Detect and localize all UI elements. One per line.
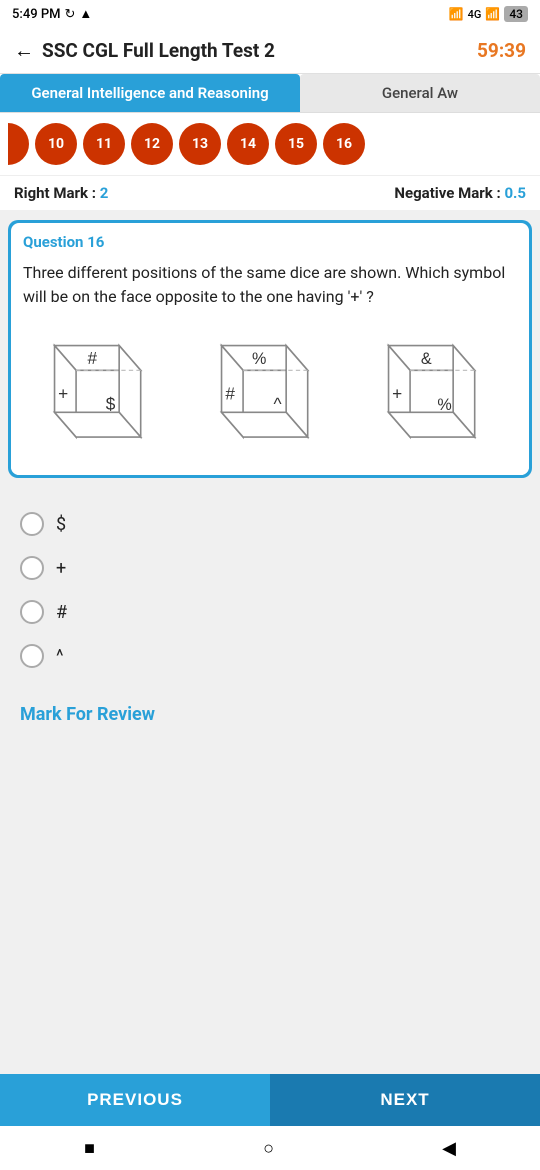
bubble-12[interactable]: 12 [131, 123, 173, 165]
dice-2: % # ^ [200, 329, 340, 459]
test-title: SSC CGL Full Length Test 2 [42, 39, 275, 62]
mark-review-button[interactable]: Mark For Review [20, 704, 155, 725]
option-caret-label: ^ [56, 646, 64, 667]
app-header: ← SSC CGL Full Length Test 2 59:39 [0, 28, 540, 74]
status-time: 5:49 PM [12, 7, 61, 22]
bottom-nav-buttons: PREVIOUS NEXT [0, 1074, 540, 1126]
svg-text:&: & [421, 350, 432, 368]
previous-button[interactable]: PREVIOUS [0, 1074, 270, 1126]
dice-3: & + % [367, 329, 507, 459]
upload-icon: ▲ [79, 6, 92, 22]
bubble-13[interactable]: 13 [179, 123, 221, 165]
timer-display: 59:39 [477, 39, 526, 62]
header-left: ← SSC CGL Full Length Test 2 [14, 38, 275, 63]
marks-bar: Right Mark : 2 Negative Mark : 0.5 [0, 175, 540, 210]
question-bubbles: 10 11 12 13 14 15 16 [0, 113, 540, 175]
svg-text:%: % [438, 396, 452, 414]
radio-dollar[interactable] [20, 512, 44, 536]
nav-back-icon[interactable]: ◀ [442, 1138, 456, 1159]
dice-1: # + $ [33, 329, 173, 459]
tab-general-intelligence[interactable]: General Intelligence and Reasoning [0, 74, 300, 112]
battery-icon: 43 [504, 6, 528, 22]
negative-mark: Negative Mark : 0.5 [394, 184, 526, 202]
status-right: 📶 4G 📶 43 [449, 6, 528, 22]
signal-icon: 📶 [449, 7, 464, 21]
bubble-11[interactable]: 11 [83, 123, 125, 165]
bubble-15[interactable]: 15 [275, 123, 317, 165]
option-plus-label: + [56, 558, 66, 579]
radio-caret[interactable] [20, 644, 44, 668]
options-container: $ + # ^ [0, 488, 540, 684]
svg-text:%: % [252, 350, 266, 368]
option-hash[interactable]: # [20, 590, 520, 634]
svg-text:$: $ [105, 394, 115, 414]
nav-square-icon[interactable]: ■ [84, 1138, 95, 1159]
nav-circle-icon[interactable]: ○ [263, 1138, 274, 1159]
android-nav-bar: ■ ○ ◀ [0, 1126, 540, 1170]
signal-icon2: 📶 [485, 7, 500, 21]
svg-text:+: + [58, 383, 68, 403]
question-text: Three different positions of the same di… [11, 257, 529, 319]
svg-text:^: ^ [273, 394, 281, 414]
back-button[interactable]: ← [14, 38, 34, 63]
option-dollar[interactable]: $ [20, 502, 520, 546]
status-left: 5:49 PM ↻ ▲ [12, 6, 92, 22]
radio-plus[interactable] [20, 556, 44, 580]
option-plus[interactable]: + [20, 546, 520, 590]
svg-text:+: + [392, 383, 402, 403]
radio-hash[interactable] [20, 600, 44, 624]
bubble-14[interactable]: 14 [227, 123, 269, 165]
right-mark: Right Mark : 2 [14, 184, 108, 202]
tab-bar: General Intelligence and Reasoning Gener… [0, 74, 540, 113]
svg-text:#: # [225, 383, 235, 403]
next-button[interactable]: NEXT [270, 1074, 540, 1126]
option-caret[interactable]: ^ [20, 634, 520, 678]
tab-general-awareness[interactable]: General Aw [300, 74, 540, 112]
4g-icon: 4G [468, 8, 482, 21]
status-bar: 5:49 PM ↻ ▲ 📶 4G 📶 43 [0, 0, 540, 28]
question-header: Question 16 [11, 223, 529, 257]
dice-illustrations: # + $ % # ^ [11, 319, 529, 475]
bubble-10[interactable]: 10 [35, 123, 77, 165]
option-hash-label: # [56, 602, 67, 623]
bubble-16[interactable]: 16 [323, 123, 365, 165]
option-dollar-label: $ [56, 514, 66, 535]
question-card: Question 16 Three different positions of… [8, 220, 532, 478]
mark-review-section: Mark For Review [0, 684, 540, 735]
question-inner: Question 16 Three different positions of… [11, 223, 529, 475]
svg-text:#: # [87, 348, 97, 368]
bubble-partial [8, 123, 29, 165]
sync-icon: ↻ [65, 7, 76, 22]
